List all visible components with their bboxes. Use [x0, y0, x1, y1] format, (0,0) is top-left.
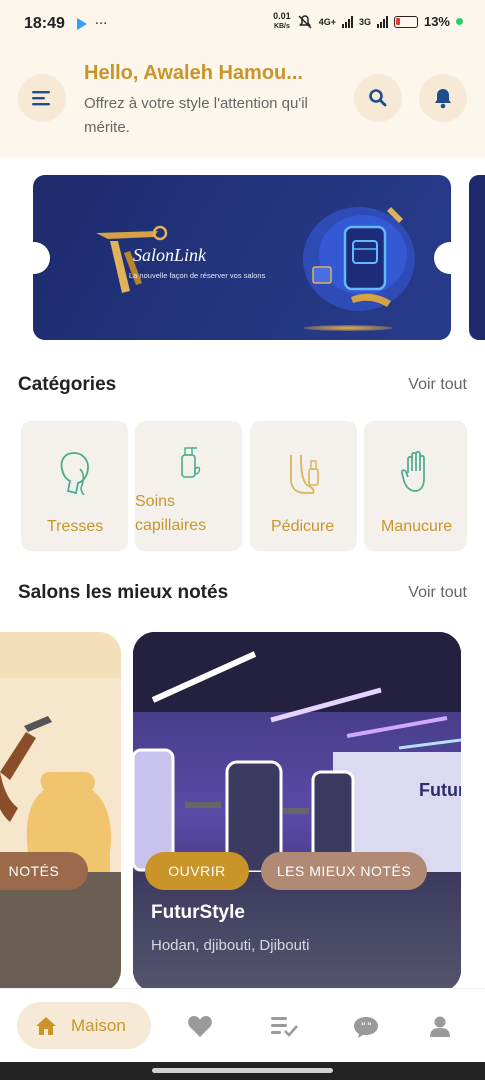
salon-card-previous[interactable]: NOTÉS — [0, 632, 121, 992]
header: Hello, Awaleh Hamou... Offrez à votre st… — [0, 48, 485, 158]
next-banner-preview[interactable] — [469, 175, 485, 340]
network-type-1: 4G+ — [318, 16, 336, 27]
banner-brand: SalonLink — [133, 245, 207, 265]
categories-see-all[interactable]: Voir tout — [408, 376, 467, 394]
salon-card-futurstyle[interactable]: FuturS OUVRIR LES MIEUX NOTÉS FuturStyle… — [133, 632, 461, 992]
category-tresses[interactable]: Tresses — [21, 421, 128, 551]
charging-dot — [456, 18, 463, 25]
salon-left-top — [0, 632, 121, 678]
category-label: Pédicure — [271, 518, 335, 535]
svg-text:": " — [367, 1022, 372, 1032]
salon-sign: FuturS — [419, 780, 461, 800]
nav-profile[interactable] — [426, 1013, 454, 1041]
signal-icon-2 — [376, 15, 388, 28]
svg-text:": " — [361, 1022, 366, 1032]
more-icon: ··· — [94, 16, 108, 32]
category-label: Tresses — [47, 518, 104, 535]
battery-icon — [393, 15, 418, 28]
nav-home-label: Maison — [71, 1015, 126, 1035]
list-check-icon — [271, 1017, 298, 1037]
status-left-icons: ··· — [76, 16, 108, 32]
play-store-icon — [76, 18, 87, 30]
nav-bookings[interactable] — [271, 1013, 299, 1041]
status-time: 18:49 — [24, 15, 65, 32]
menu-button[interactable] — [18, 74, 66, 122]
status-bar: 18:49 ··· 0.01 KB/s 4G+ 3G 13% — [0, 0, 485, 48]
salons-title: Salons les mieux notés — [18, 582, 229, 603]
banner-tagline: La nouvelle façon de réserver vos salons — [129, 271, 266, 280]
banner-glow — [303, 325, 393, 331]
category-label: Soins capillaires — [135, 493, 207, 534]
category-label: Manucure — [381, 518, 453, 535]
mute-icon — [298, 14, 312, 29]
notifications-button[interactable] — [419, 74, 467, 122]
category-soins-capillaires[interactable]: Soins capillaires — [135, 421, 242, 551]
profile-icon — [430, 1016, 450, 1037]
category-manucure[interactable]: Manucure — [364, 421, 467, 551]
network-speed: 0.01 KB/s — [273, 11, 291, 31]
badge-open: OUVRIR — [145, 852, 249, 890]
heart-icon — [188, 1016, 212, 1037]
categories-title: Catégories — [18, 374, 117, 395]
category-pedicure[interactable]: Pédicure — [250, 421, 357, 551]
search-icon — [369, 89, 387, 107]
status-right: 0.01 KB/s 4G+ 3G 13% — [273, 12, 463, 31]
salon-name: FuturStyle — [151, 902, 245, 923]
salon-left-badge: NOTÉS — [0, 852, 88, 890]
chat-icon: " " — [354, 1017, 378, 1038]
phone-calendar-illustration-icon — [303, 207, 415, 311]
salon-location: Hodan, djibouti, Djibouti — [151, 937, 310, 954]
signal-icon — [341, 15, 353, 28]
bell-icon — [435, 89, 451, 109]
hair-care-bottle-icon — [181, 447, 201, 478]
foot-polish-icon — [290, 454, 319, 494]
home-indicator[interactable] — [152, 1068, 333, 1073]
nav-favorites[interactable] — [186, 1013, 214, 1041]
salons-see-all[interactable]: Voir tout — [408, 584, 467, 602]
nav-home[interactable]: Maison — [17, 1002, 151, 1049]
search-button[interactable] — [354, 74, 402, 122]
menu-icon — [32, 91, 50, 106]
header-subtitle: Offrez à votre style l'attention qu'il m… — [84, 95, 308, 136]
network-type-2: 3G — [358, 16, 371, 27]
battery-percent: 13% — [423, 14, 450, 29]
greeting: Hello, Awaleh Hamou... — [84, 62, 303, 84]
braid-head-icon — [60, 452, 89, 495]
home-icon — [36, 1016, 56, 1035]
badge-top-rated: LES MIEUX NOTÉS — [261, 852, 427, 890]
salon-left-bottom — [0, 872, 121, 992]
nav-messages[interactable]: " " — [352, 1013, 380, 1041]
promo-banner[interactable]: SalonLink La nouvelle façon de réserver … — [33, 175, 451, 340]
hand-icon — [401, 450, 425, 492]
bottom-navigation: Maison " " — [0, 988, 485, 1062]
